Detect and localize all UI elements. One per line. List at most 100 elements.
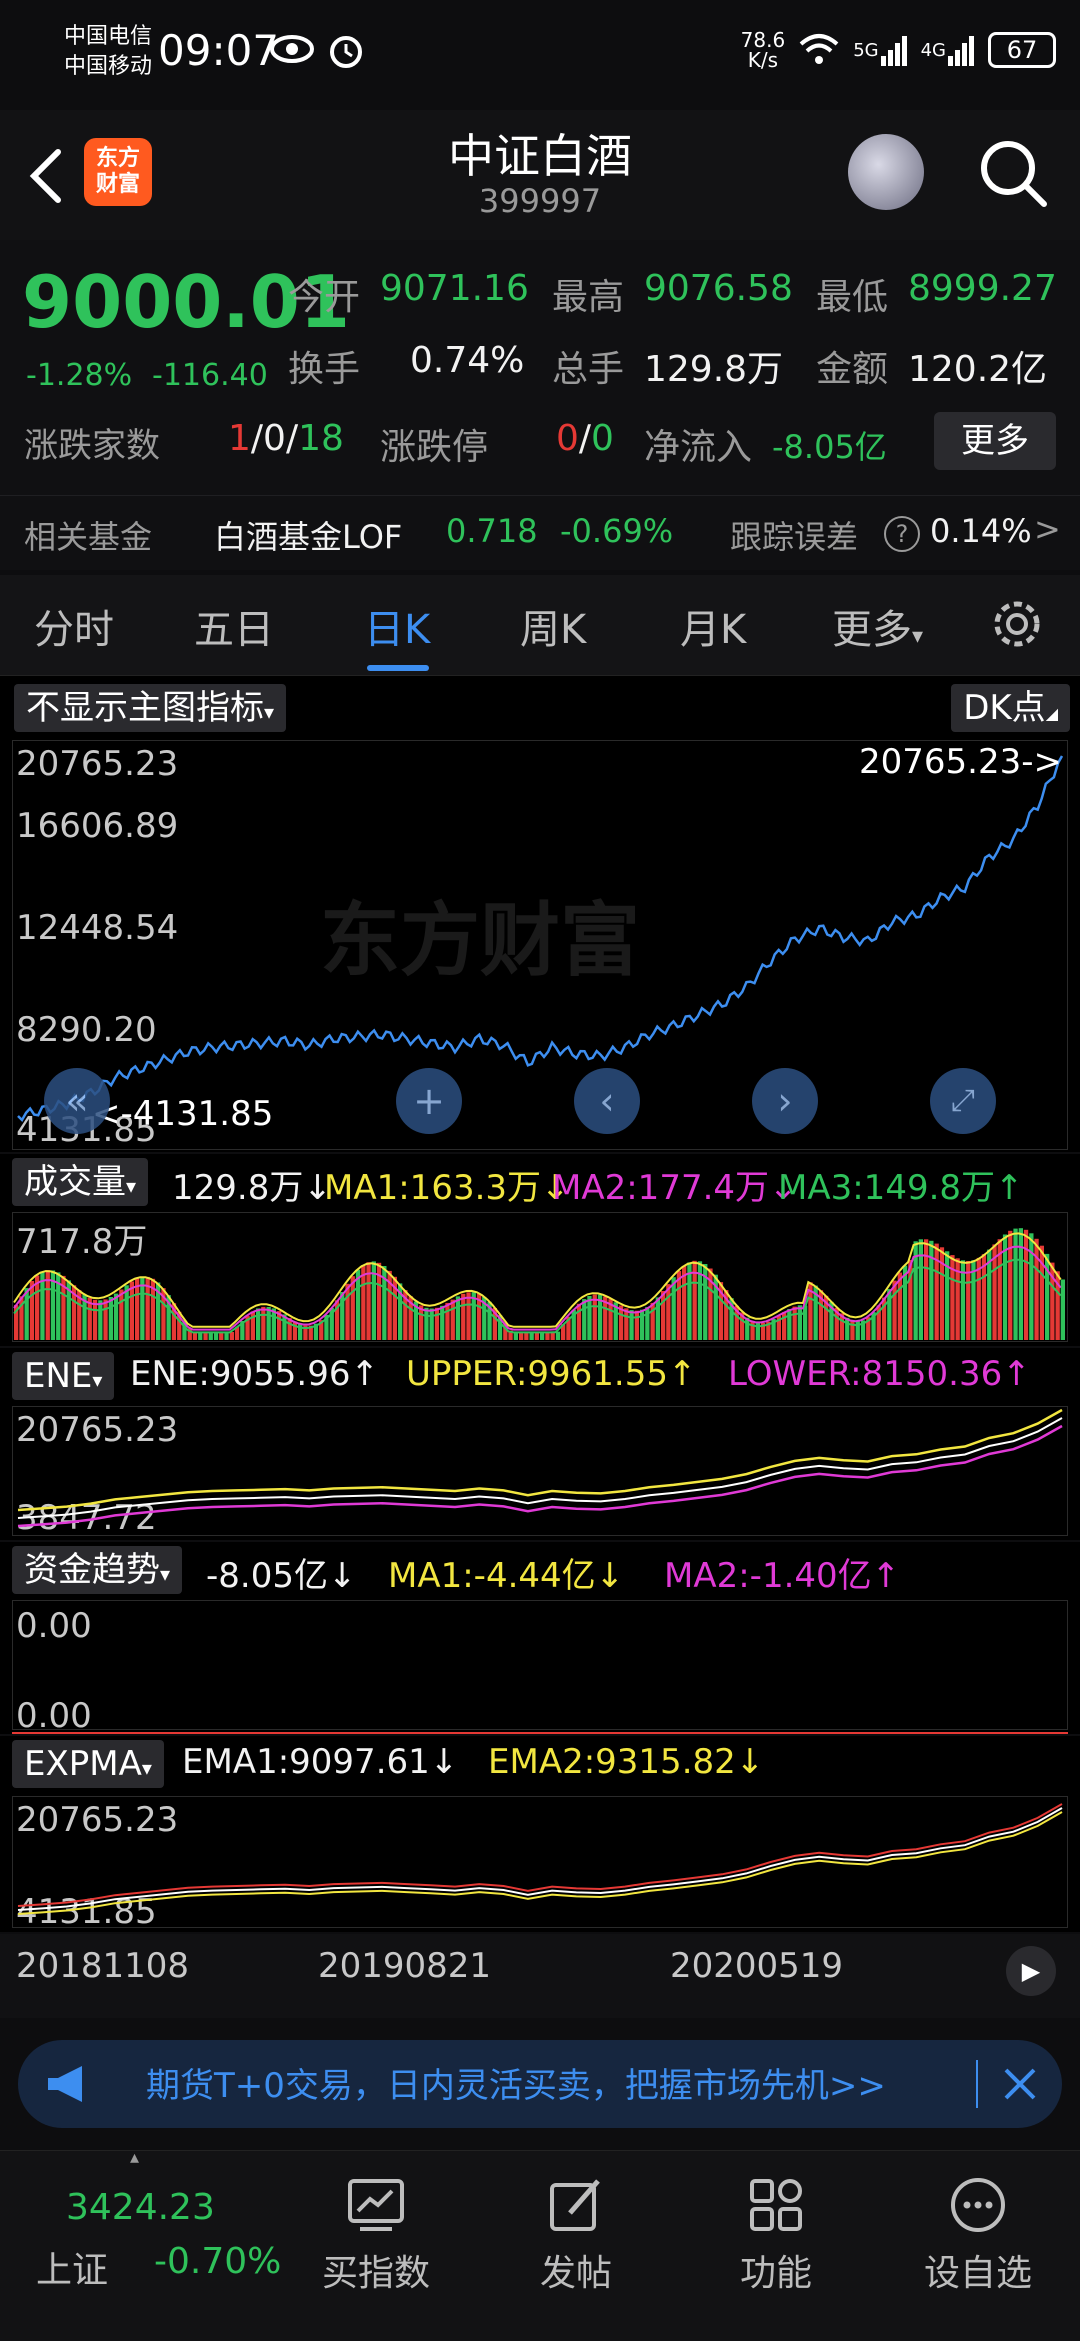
related-fund-row[interactable]: 相关基金 白酒基金LOF 0.718 -0.69% 跟踪误差 ? 0.14% > xyxy=(0,495,1080,571)
volume-bar xyxy=(661,1291,666,1340)
volume-bar xyxy=(29,1281,35,1340)
carrier-labels: 中国电信 中国移动 xyxy=(64,22,152,82)
fund-trend-dropdown[interactable]: 资金趋势▾ xyxy=(12,1546,183,1594)
breadth-values: 1/0/18 xyxy=(228,418,344,459)
nav-add-watchlist[interactable]: 设自选 xyxy=(898,2175,1058,2296)
volume-bar xyxy=(455,1296,461,1340)
x-axis: 20181108 20190821 20200519 ▶ xyxy=(0,1934,1080,2018)
index-name[interactable]: 上证 xyxy=(36,2241,108,2293)
max-price-marker: 20765.23-> xyxy=(859,742,1062,782)
volume-bar xyxy=(119,1289,124,1340)
quote-panel: 9000.01 -1.28% -116.40 今开 9071.16 最高 907… xyxy=(0,240,1080,570)
search-button[interactable] xyxy=(978,138,1048,208)
robot-assistant-icon[interactable] xyxy=(848,134,924,210)
nav-functions[interactable]: 功能 xyxy=(696,2175,856,2296)
volume-bar xyxy=(587,1296,592,1340)
volume-bar xyxy=(845,1317,850,1340)
volume-bar xyxy=(345,1283,350,1340)
volume-bar xyxy=(924,1239,929,1340)
volume-bars xyxy=(13,1228,1065,1340)
pct-change: -1.28% xyxy=(26,358,133,393)
ene-dropdown[interactable]: ENE▾ xyxy=(12,1352,115,1400)
fund-trend-value: -8.05亿↓ xyxy=(206,1556,357,1596)
play-button[interactable]: ▶ xyxy=(1006,1946,1056,1996)
turnover-label: 换手 xyxy=(288,349,361,390)
volume-bar xyxy=(929,1240,934,1340)
index-value[interactable]: 3424.23 xyxy=(66,2187,215,2228)
limit-values: 0/0 xyxy=(556,418,614,459)
fund-trend-frame xyxy=(12,1600,1068,1730)
tracking-label: 跟踪误差 xyxy=(730,518,859,556)
fund-trend-ybottom: 0.00 xyxy=(16,1696,92,1736)
index-pct[interactable]: -0.70% xyxy=(154,2241,281,2282)
breadth-label: 涨跌家数 xyxy=(24,426,160,466)
volume-ma3: MA3:149.8万↑ xyxy=(778,1168,1024,1208)
expma-ema1: EMA1:9097.61↓ xyxy=(182,1742,459,1782)
help-icon[interactable]: ? xyxy=(884,516,920,552)
fund-name: 白酒基金LOF xyxy=(214,518,403,556)
fund-trend-ma2: MA2:-1.40亿↑ xyxy=(664,1556,901,1596)
tab-intraday[interactable]: 分时 xyxy=(34,597,114,655)
settings-button[interactable] xyxy=(990,597,1044,655)
volume-bar xyxy=(582,1299,587,1340)
volume-bar xyxy=(445,1302,450,1340)
volume-bar xyxy=(1060,1279,1065,1340)
main-indicator-dropdown[interactable]: 不显示主图指标▾ xyxy=(14,684,287,732)
scroll-right-button[interactable]: › xyxy=(752,1068,818,1134)
open-label: 今开 xyxy=(288,277,361,318)
header: 东方 财富 中证白酒 399997 xyxy=(0,110,1080,240)
zoom-in-button[interactable]: + xyxy=(396,1068,462,1134)
status-bar: 中国电信 中国移动 09:07 78.6 K/s 5G 4G 67 xyxy=(0,0,1080,110)
min-price-marker: <-4131.85 xyxy=(92,1094,274,1134)
volume-bar xyxy=(624,1308,629,1340)
carrier-2: 中国移动 xyxy=(64,54,153,79)
fullscreen-button[interactable]: ⤢ xyxy=(930,1068,996,1134)
scroll-left-button[interactable]: ‹ xyxy=(574,1068,640,1134)
close-icon[interactable] xyxy=(1002,2066,1038,2102)
volume-bar xyxy=(92,1299,98,1340)
fund-trend-ytop: 0.00 xyxy=(16,1606,92,1646)
status-right: 78.6 K/s 5G 4G 67 xyxy=(741,30,1056,70)
volume-bar xyxy=(256,1308,261,1340)
dk-point-button[interactable]: DK点◢ xyxy=(951,684,1070,732)
nav-buy-index[interactable]: 买指数 xyxy=(296,2175,456,2296)
tab-five-day[interactable]: 五日 xyxy=(194,597,274,655)
volume-bar xyxy=(639,1309,645,1340)
volume-bar xyxy=(98,1300,103,1340)
volume-bar xyxy=(429,1308,434,1340)
volume-dropdown[interactable]: 成交量▾ xyxy=(12,1158,149,1206)
volume-bar xyxy=(1013,1228,1018,1340)
volume-bar xyxy=(1034,1238,1039,1340)
nav-post[interactable]: 发帖 xyxy=(496,2175,656,2296)
volume-bar xyxy=(671,1277,676,1340)
carrier-1: 中国电信 xyxy=(64,24,153,49)
netflow-value: -8.05亿 xyxy=(772,428,887,466)
high-label: 最高 xyxy=(552,277,625,318)
high-value: 9076.58 xyxy=(644,268,793,309)
expma-dropdown[interactable]: EXPMA▾ xyxy=(12,1740,164,1788)
volume-bar xyxy=(592,1294,597,1340)
chevron-right-icon: > xyxy=(1034,510,1061,548)
volume-bar xyxy=(797,1305,802,1340)
bottom-nav: ▴ 3424.23 上证 -0.70% 买指数 发帖 功能 设自选 xyxy=(0,2147,1080,2341)
ene-lower: LOWER:8150.36↑ xyxy=(728,1354,1031,1394)
signal-5g: 5G xyxy=(853,34,908,66)
limit-label: 涨跌停 xyxy=(380,427,489,468)
volume-bar xyxy=(450,1299,455,1340)
tab-monthly-k[interactable]: 月K xyxy=(680,597,746,655)
tab-daily-k[interactable]: 日K xyxy=(364,597,430,655)
volume-value: 129.8万↓ xyxy=(172,1168,332,1208)
scroll-left-fast-button[interactable]: « xyxy=(44,1068,110,1134)
x-tick-2: 20190821 xyxy=(318,1946,492,1986)
tracking-value: 0.14% xyxy=(930,512,1032,550)
price-series-line xyxy=(17,755,1064,1123)
tab-active-indicator xyxy=(367,665,429,671)
tab-more[interactable]: 更多▾ xyxy=(832,597,923,655)
eye-icon xyxy=(270,34,314,68)
volume-bar xyxy=(918,1239,923,1340)
tab-weekly-k[interactable]: 周K xyxy=(520,597,586,655)
more-button[interactable]: 更多 xyxy=(934,412,1056,470)
fund-price: 0.718 xyxy=(446,512,538,550)
volume-bar xyxy=(24,1288,29,1340)
promo-banner[interactable]: 期货T+0交易，日内灵活买卖，把握市场先机>> xyxy=(18,2040,1062,2128)
